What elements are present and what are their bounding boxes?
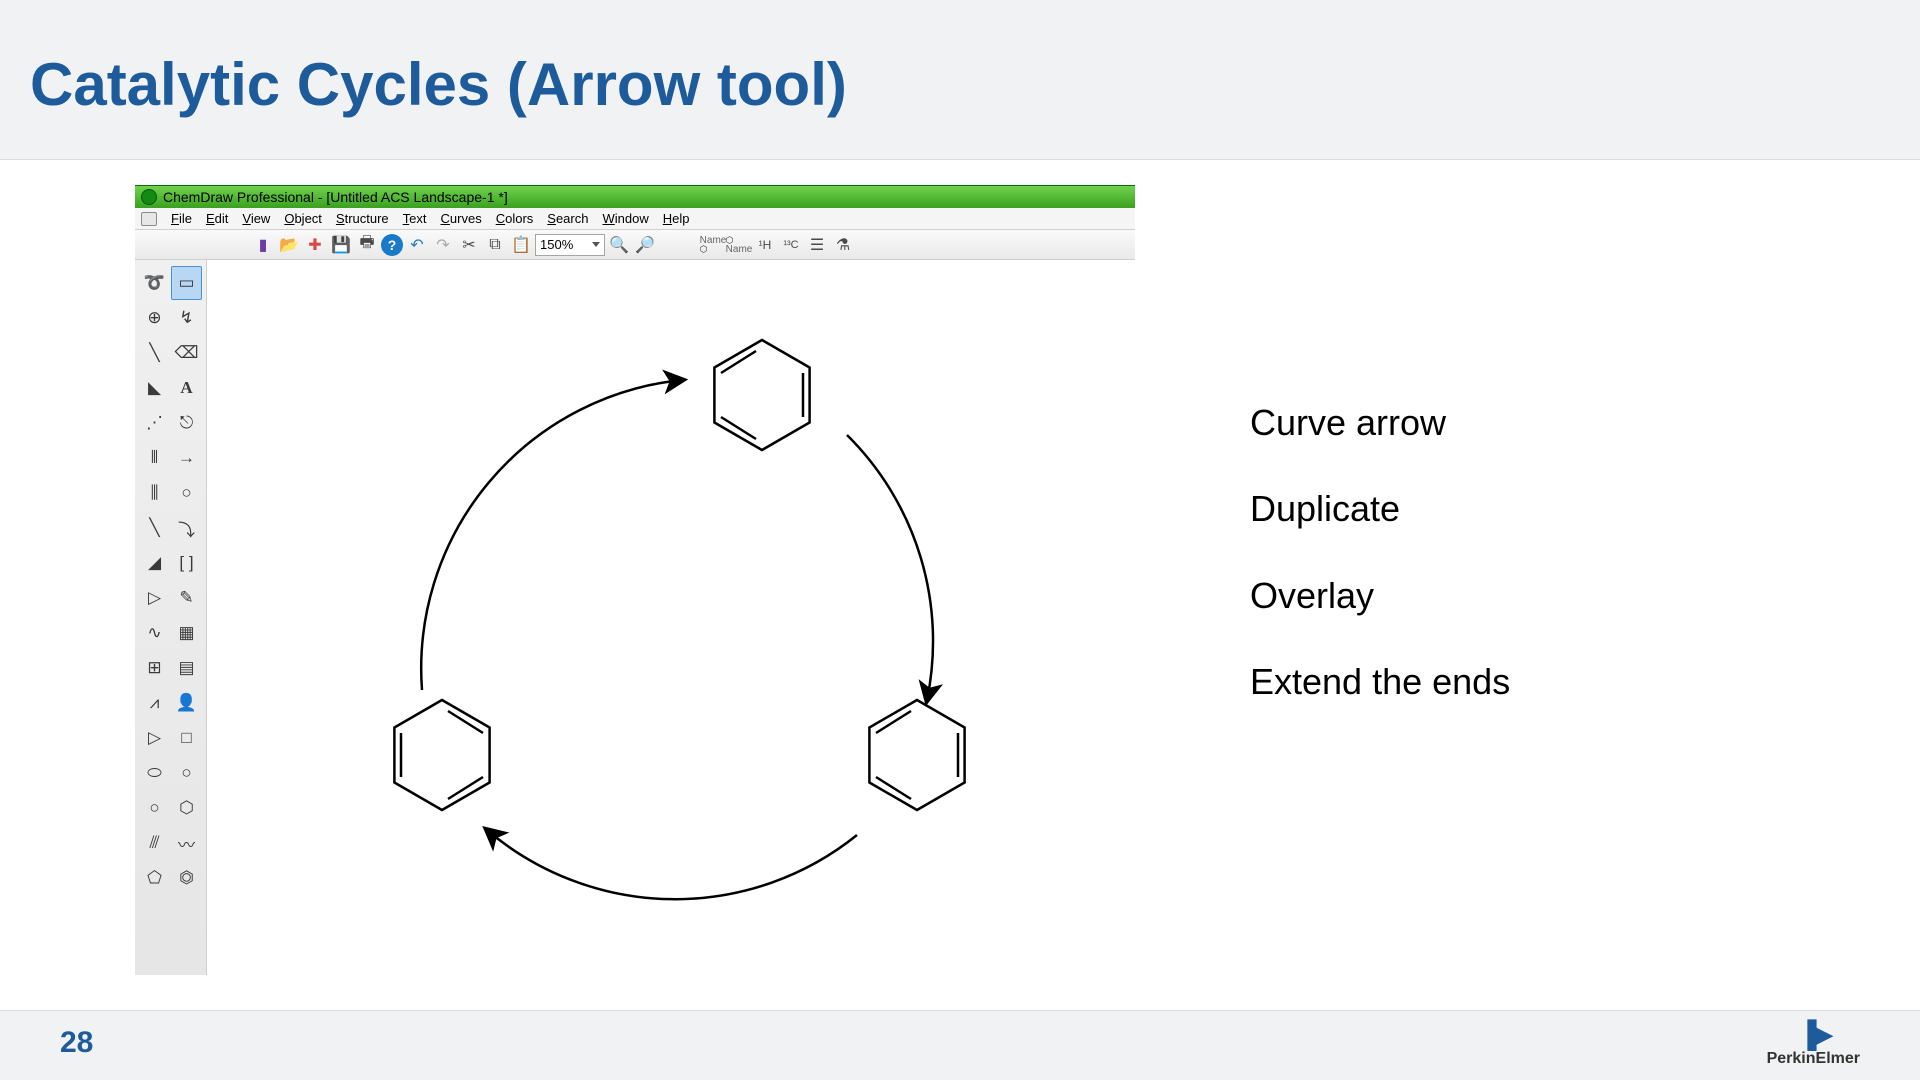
brackets-tool[interactable]: [ ] [171,546,202,580]
hexagon-tool[interactable]: ⬡ [171,791,202,825]
benzene-tool[interactable]: ⏣ [171,861,202,895]
steps-list: Curve arrow Duplicate Overlay Extend the… [1250,380,1510,726]
menu-file[interactable]: File [171,211,192,226]
circle-tool[interactable]: ○ [139,791,170,825]
wedge-bond-tool[interactable]: ◣ [139,371,170,405]
chain-tool[interactable]: ⎋ [171,406,202,440]
grid-tool[interactable]: ▤ [171,651,202,685]
slide: Catalytic Cycles (Arrow tool) Curve arro… [0,0,1920,1080]
properties-button[interactable]: ☰ [805,233,829,257]
app-icon [141,189,157,205]
zoom-input[interactable]: 150% [535,234,605,256]
dashed-bond-tool[interactable]: ⋰ [139,406,170,440]
menu-object[interactable]: Object [284,211,322,226]
copy-button[interactable]: ⧉ [483,233,507,257]
play-tool[interactable]: ▷ [139,721,170,755]
main-toolbar: ▮ 📂 ✚ 💾 🖶 ? ↶ ↷ ✂ ⧉ 📋 150% 🔍 🔎 Name⬡ ⬡Na… [135,230,1135,260]
marquee-tool[interactable]: ▭ [171,266,202,300]
text-tool[interactable]: A [171,371,202,405]
nmr-1h-button[interactable]: ¹H [753,233,777,257]
pen-tool[interactable]: ✎ [171,581,202,615]
eraser-tool[interactable]: ⌫ [171,336,202,370]
squiggle-tool[interactable]: ∿ [139,616,170,650]
solid-bond-tool[interactable]: ╲ [139,336,170,370]
zoom-out-button[interactable]: 🔎 [633,233,657,257]
work-area: ➰ ▭ ⊕ ↯ ╲ ⌫ ◣ A ⋰ ⎋ ⫴ → ⫼ ○ ╲ ⤵ ◢ [ ] ▷ … [135,260,1135,975]
wavy-bond-tool[interactable]: ⫼ [139,476,170,510]
help-button[interactable]: ? [381,234,403,256]
menu-text[interactable]: Text [403,211,427,226]
structure-perspective-tool[interactable]: ⊕ [139,301,170,335]
step-duplicate: Duplicate [1250,466,1510,552]
open-button[interactable]: 📂 [277,233,301,257]
print-button[interactable]: 🖶 [355,233,379,257]
name-to-structure-button[interactable]: Name⬡ [701,233,725,257]
acyclic-tool[interactable]: ⩘ [139,686,170,720]
step-extend: Extend the ends [1250,639,1510,725]
wave-tool[interactable]: 〰 [171,826,202,860]
table-tool[interactable]: ⊞ [139,651,170,685]
arrow-tool[interactable]: → [171,441,202,475]
oval-tool[interactable]: ○ [171,756,202,790]
linecollect-button[interactable]: ✚ [303,233,327,257]
stamp-tool[interactable]: 👤 [171,686,202,720]
fragment-tool[interactable]: ↯ [171,301,202,335]
chain2-tool[interactable]: ⫻ [139,826,170,860]
orbital-tool[interactable]: ○ [171,476,202,510]
perkinelmer-logo: ▐▶ PerkinElmer [1767,1019,1860,1068]
analysis-button[interactable]: ⚗ [831,233,855,257]
box-tool[interactable]: □ [171,721,202,755]
menu-search[interactable]: Search [547,211,588,226]
menu-curves[interactable]: Curves [441,211,482,226]
rounded-box-tool[interactable]: ⬭ [139,756,170,790]
nmr-13c-button[interactable]: ¹³C [779,233,803,257]
logo-mark-icon: ▐▶ [1767,1019,1860,1050]
logo-text: PerkinElmer [1767,1050,1860,1068]
zoom-value: 150% [540,237,573,252]
new-doc-button[interactable]: ▮ [251,233,275,257]
step-overlay: Overlay [1250,553,1510,639]
hash-bond-tool[interactable]: ⫴ [139,441,170,475]
footer-band [0,1010,1920,1080]
pentagon-tool[interactable]: ⬠ [139,861,170,895]
structure-to-name-button[interactable]: ⬡Name [727,233,751,257]
window-title: ChemDraw Professional - [Untitled ACS La… [163,189,508,205]
menu-edit[interactable]: Edit [206,211,228,226]
menu-view[interactable]: View [242,211,270,226]
chemdraw-window: ChemDraw Professional - [Untitled ACS La… [135,185,1135,975]
paste-button[interactable]: 📋 [509,233,533,257]
menu-structure[interactable]: Structure [336,211,389,226]
curve-tool[interactable]: ⤵ [171,511,202,545]
document-icon[interactable] [141,212,157,226]
window-titlebar[interactable]: ChemDraw Professional - [Untitled ACS La… [135,186,1135,208]
menu-colors[interactable]: Colors [496,211,534,226]
half-wedge-tool[interactable]: ◢ [139,546,170,580]
dative-tool[interactable]: ▷ [139,581,170,615]
drawing-canvas[interactable] [207,260,1135,975]
tool-palette: ➰ ▭ ⊕ ↯ ╲ ⌫ ◣ A ⋰ ⎋ ⫴ → ⫼ ○ ╲ ⤵ ◢ [ ] ▷ … [135,260,207,975]
zoom-in-button[interactable]: 🔍 [607,233,631,257]
bold-bond-tool[interactable]: ╲ [139,511,170,545]
step-curve-arrow: Curve arrow [1250,380,1510,466]
catalytic-cycle-drawing [207,260,1135,976]
slide-title: Catalytic Cycles (Arrow tool) [30,50,847,119]
lasso-tool[interactable]: ➰ [139,266,170,300]
page-number: 28 [60,1026,93,1060]
menu-bar: File Edit View Object Structure Text Cur… [135,208,1135,230]
save-button[interactable]: 💾 [329,233,353,257]
template-tool[interactable]: ▦ [171,616,202,650]
cut-button[interactable]: ✂ [457,233,481,257]
menu-help[interactable]: Help [663,211,690,226]
menu-window[interactable]: Window [602,211,648,226]
undo-button[interactable]: ↶ [405,233,429,257]
dropdown-icon[interactable] [592,242,600,247]
redo-button[interactable]: ↷ [431,233,455,257]
